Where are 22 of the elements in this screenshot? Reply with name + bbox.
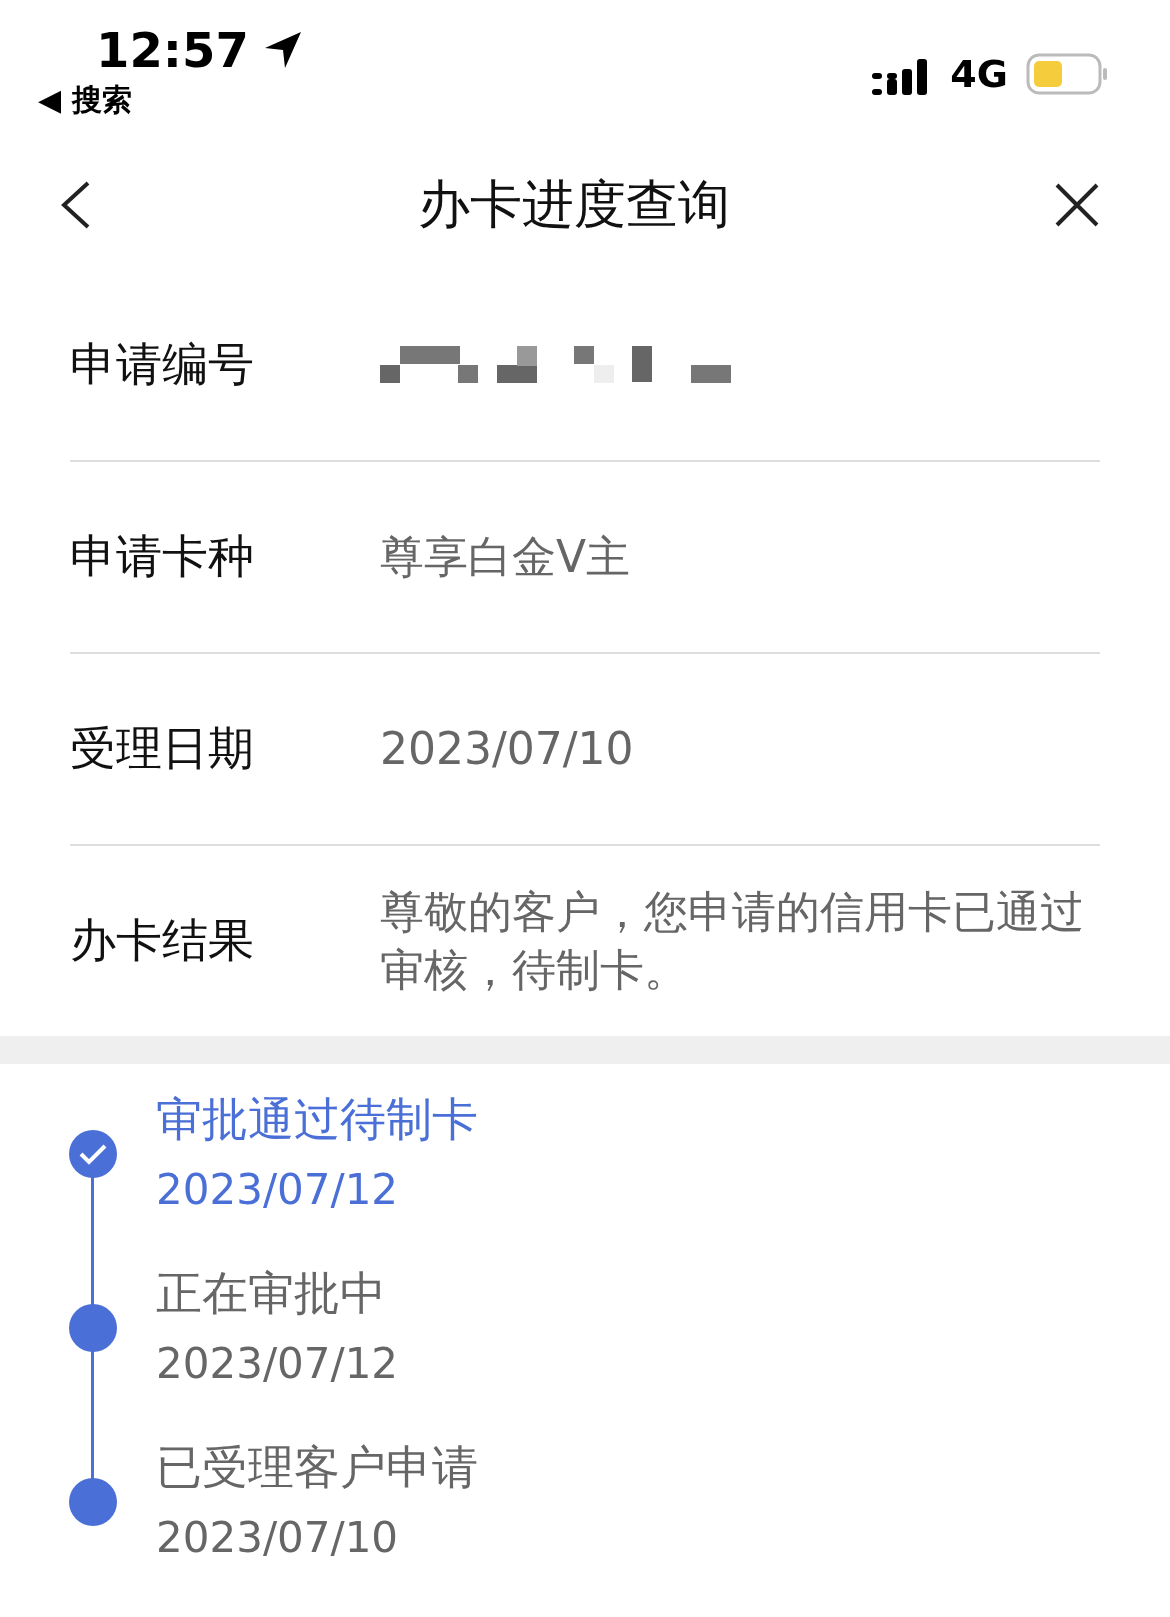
back-to-search-link[interactable]: ◀ 搜索 [38,80,303,121]
field-value: 尊敬的客户，您申请的信用卡已通过审核，待制卡。 [380,885,1085,997]
check-dot-icon [69,1130,117,1178]
field-label: 办卡结果 [70,912,255,969]
field-value: 2023/07/10 [380,722,634,776]
step-title: 审批通过待制卡 [156,1091,479,1148]
status-time: 12:57 [96,22,249,78]
close-button[interactable] [1054,182,1100,228]
page-title: 办卡进度查询 [418,173,730,236]
field-label: 申请编号 [70,336,255,393]
step-title: 正在审批中 [156,1265,387,1322]
battery-icon [1026,53,1108,95]
step-title: 已受理客户申请 [156,1439,479,1496]
step-date: 2023/07/12 [156,1338,400,1390]
timeline-dot-icon [69,1304,117,1352]
field-label: 申请卡种 [70,528,255,585]
field-value: 尊享白金V主 [380,530,631,584]
timeline-dot-icon [69,1478,117,1526]
step-date: 2023/07/10 [156,1512,400,1564]
field-label: 受理日期 [70,720,255,777]
network-type: 4G [950,52,1008,96]
step-date: 2023/07/12 [156,1164,400,1216]
